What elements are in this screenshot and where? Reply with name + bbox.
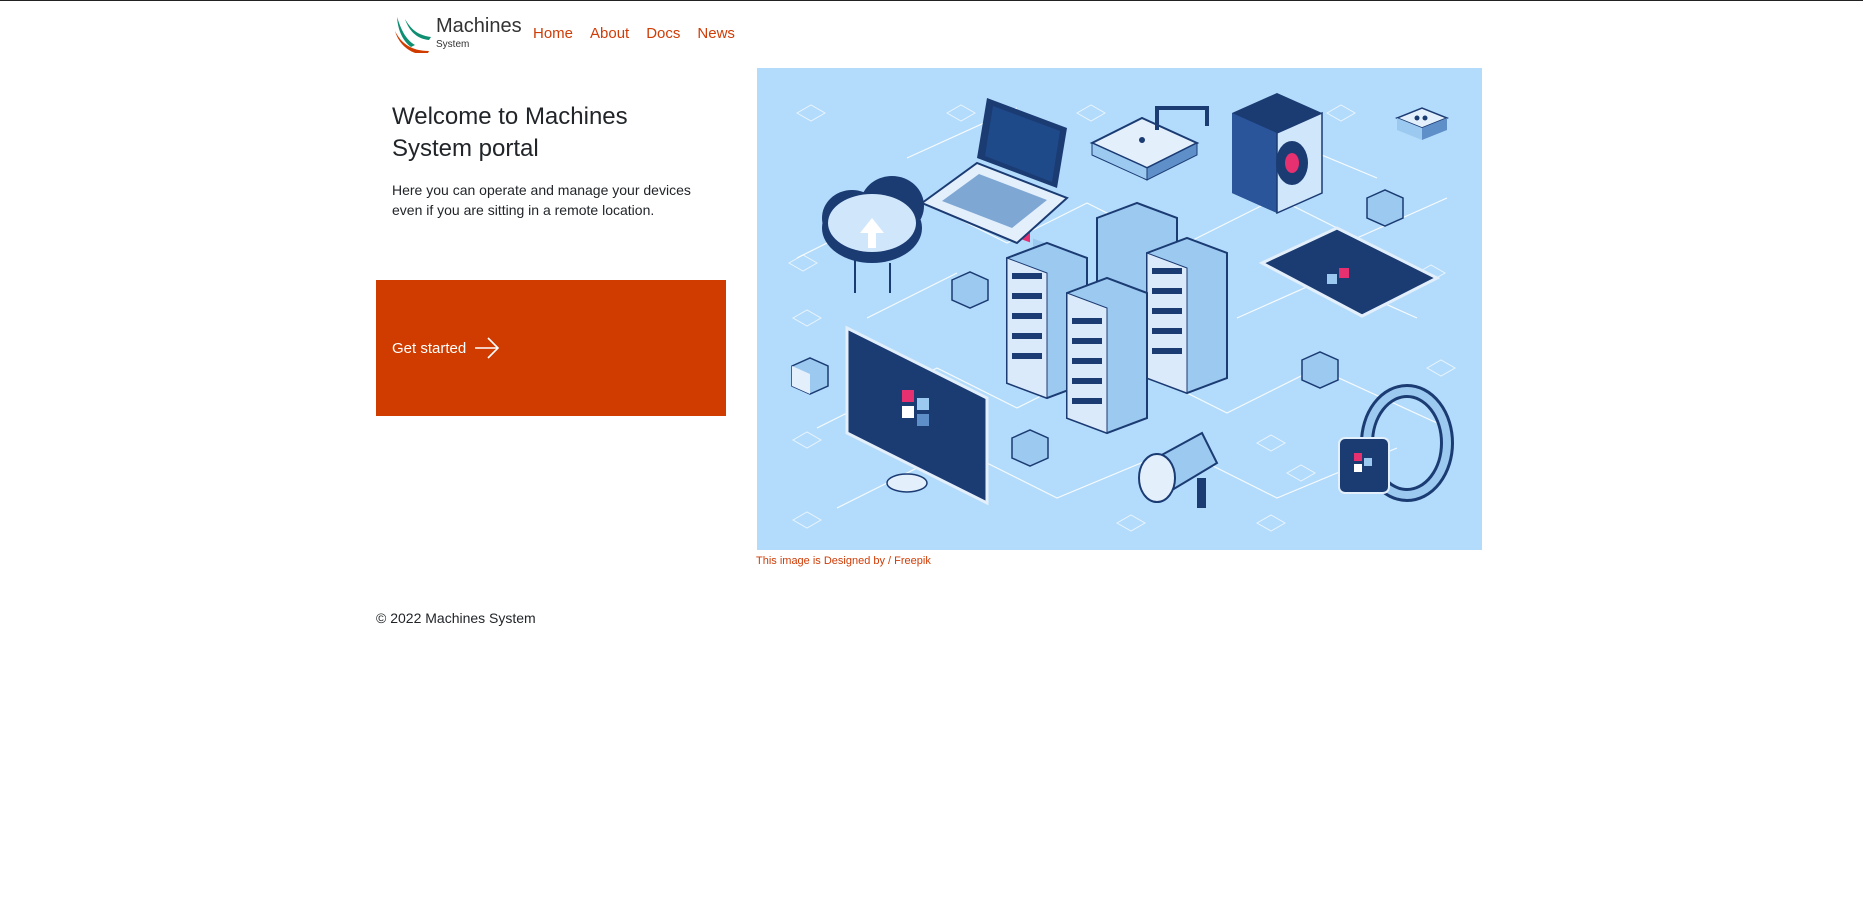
nav-item-about[interactable]: About (590, 25, 629, 42)
get-started-label: Get started (392, 339, 467, 357)
cloud-upload-icon (822, 176, 924, 293)
top-nav: Home About Docs News (533, 25, 752, 42)
brand-logo-link[interactable]: Machines System (391, 13, 522, 53)
laptop-icon (919, 98, 1069, 254)
footer-copyright: © 2022 Machines System (376, 610, 536, 626)
nav-item-docs[interactable]: Docs (646, 25, 680, 42)
action-camera-icon (1232, 93, 1323, 215)
image-credit: This image is Designed by / Freepik (756, 555, 931, 567)
smartwatch-icon (1338, 384, 1454, 502)
monitor-icon (845, 325, 989, 506)
brand-tagline: System (436, 39, 470, 50)
hero-illustration (757, 68, 1482, 550)
nav-item-news[interactable]: News (697, 25, 735, 42)
megaphone-icon (1138, 431, 1219, 508)
device-box-icon (1394, 107, 1450, 140)
tablet-icon (1258, 226, 1441, 318)
get-started-button[interactable]: Get started (376, 280, 726, 416)
server-rack-icon (1006, 201, 1228, 435)
hero-description: Here you can operate and manage your dev… (392, 182, 691, 218)
machines-logo-icon (395, 17, 431, 53)
brand-name: Machines (436, 15, 522, 37)
hero-title: Welcome to Machines System portal (392, 103, 628, 162)
router-icon (1089, 106, 1209, 181)
arrow-right-icon (475, 337, 500, 359)
nav-item-home[interactable]: Home (533, 25, 573, 42)
